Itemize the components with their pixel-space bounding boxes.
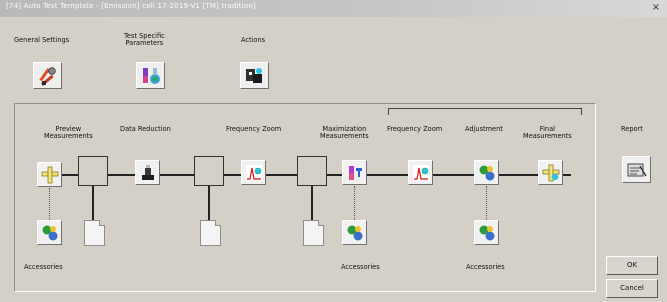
final-measurements-button[interactable] <box>538 160 563 185</box>
data-reduction-button[interactable] <box>135 160 160 185</box>
accessories-label-left: Accessories <box>24 263 63 271</box>
actions-label: Actions <box>241 36 266 44</box>
frequency-zoom-button-2[interactable] <box>408 160 433 185</box>
frequency-zoom-label-1: Frequency Zoom <box>226 125 282 133</box>
preview-accessory-link <box>49 188 50 220</box>
processing-node-3 <box>297 156 327 186</box>
lab-flask-icon <box>142 67 160 84</box>
node-3-link <box>311 186 313 220</box>
report-icon <box>627 163 647 176</box>
document-icon[interactable] <box>303 220 324 246</box>
processing-node-2 <box>194 156 224 186</box>
general-settings-button[interactable] <box>33 62 62 89</box>
test-flow-panel <box>14 103 596 292</box>
final-measurement-icon <box>542 164 559 181</box>
actions-icon <box>245 67 262 83</box>
accessories-label-middle: Accessories <box>341 263 380 271</box>
document-icon[interactable] <box>84 220 105 246</box>
accessories-icon <box>479 225 494 240</box>
maximization-measurements-button[interactable] <box>342 160 367 185</box>
general-settings-label: General Settings <box>14 36 70 44</box>
adjustment-icon <box>479 165 494 180</box>
accessories-icon <box>347 225 362 240</box>
cancel-button[interactable]: Cancel <box>606 279 658 298</box>
maximization-icon <box>348 165 362 180</box>
preview-accessories-button[interactable] <box>37 220 62 245</box>
frequency-zoom-label-2: Frequency Zoom <box>387 125 443 133</box>
accessories-icon <box>42 225 57 240</box>
frequency-zoom-icon <box>412 164 429 181</box>
maximization-accessories-button[interactable] <box>342 220 367 245</box>
data-reduction-icon <box>141 164 154 180</box>
frequency-zoom-icon <box>245 164 262 181</box>
node-2-link <box>208 186 210 220</box>
test-specific-parameters-button[interactable] <box>136 62 165 89</box>
maximization-accessory-link <box>354 186 355 220</box>
accessories-label-right: Accessories <box>466 263 505 271</box>
ok-button[interactable]: OK <box>606 256 658 275</box>
preview-measurements-label: Preview Measurements <box>44 125 93 140</box>
preview-measurements-button[interactable] <box>37 162 62 187</box>
adjustment-button[interactable] <box>474 160 499 185</box>
document-icon[interactable] <box>200 220 221 246</box>
title-bar: [74] Auto Test Template - [Emission] col… <box>0 0 667 17</box>
report-label: Report <box>621 125 643 133</box>
maximization-measurements-label: Maximization Measurements <box>320 125 369 140</box>
test-specific-parameters-label: Test Specific Parameters <box>124 32 165 47</box>
data-reduction-label: Data Reduction <box>120 125 171 133</box>
processing-node-1 <box>78 156 108 186</box>
adjustment-accessories-button[interactable] <box>474 220 499 245</box>
final-measurements-label: Final Measurements <box>523 125 572 140</box>
frequency-zoom-button-1[interactable] <box>241 160 266 185</box>
tools-icon <box>38 66 56 86</box>
auto-test-template-window: [74] Auto Test Template - [Emission] col… <box>0 0 667 302</box>
window-title: [74] Auto Test Template - [Emission] col… <box>6 2 256 10</box>
actions-button[interactable] <box>240 62 269 89</box>
report-button[interactable] <box>622 156 651 183</box>
close-icon[interactable]: × <box>650 1 662 14</box>
adjustment-accessory-link <box>486 186 487 220</box>
adjustment-label: Adjustment <box>465 125 503 133</box>
node-1-link <box>92 186 94 220</box>
preview-icon <box>41 166 58 183</box>
frequency-bracket <box>388 108 582 115</box>
